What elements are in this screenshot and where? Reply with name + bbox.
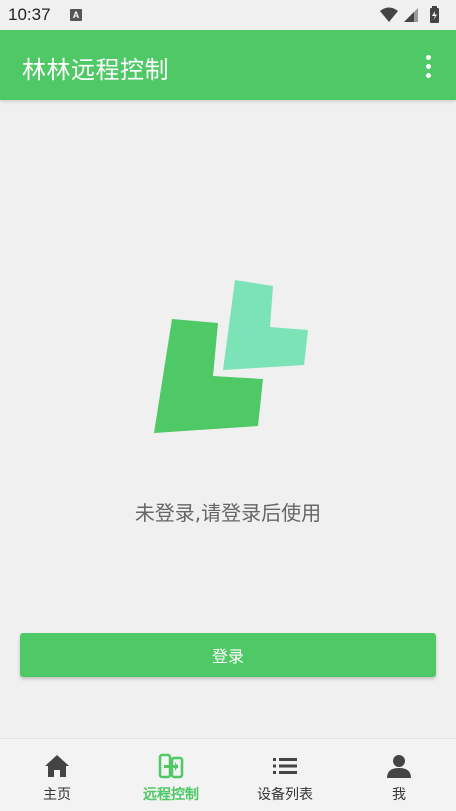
app-bar: 林林远程控制 [0, 30, 456, 100]
battery-icon [430, 6, 439, 23]
app-title: 林林远程控制 [22, 56, 169, 84]
nav-label-home: 主页 [43, 787, 71, 803]
wifi-icon [380, 7, 398, 22]
login-prompt-text: 未登录,请登录后使用 [134, 501, 322, 525]
signal-icon [404, 8, 418, 22]
more-vert-icon[interactable] [414, 50, 442, 82]
status-time: 10:37 [8, 5, 51, 24]
login-button[interactable]: 登录 [20, 633, 436, 677]
nav-item-me[interactable]: 我 [342, 739, 456, 811]
nav-label-me: 我 [392, 787, 406, 803]
app-logo [150, 278, 310, 442]
notification-a-icon: A [70, 9, 82, 21]
home-icon [44, 753, 70, 779]
remote-control-icon [158, 753, 184, 779]
nav-label-remote-control: 远程控制 [143, 787, 199, 803]
status-bar: 10:37 A [0, 0, 456, 30]
nav-item-home[interactable]: 主页 [0, 739, 114, 811]
nav-item-device-list[interactable]: 设备列表 [228, 739, 342, 811]
person-icon [387, 753, 411, 779]
bottom-nav: 主页 远程控制 设备列表 我 [0, 738, 456, 811]
login-button-label: 登录 [211, 647, 244, 666]
status-icons [378, 6, 450, 24]
nav-item-remote-control[interactable]: 远程控制 [114, 739, 228, 811]
nav-label-device-list: 设备列表 [257, 787, 313, 803]
list-icon [272, 753, 298, 779]
